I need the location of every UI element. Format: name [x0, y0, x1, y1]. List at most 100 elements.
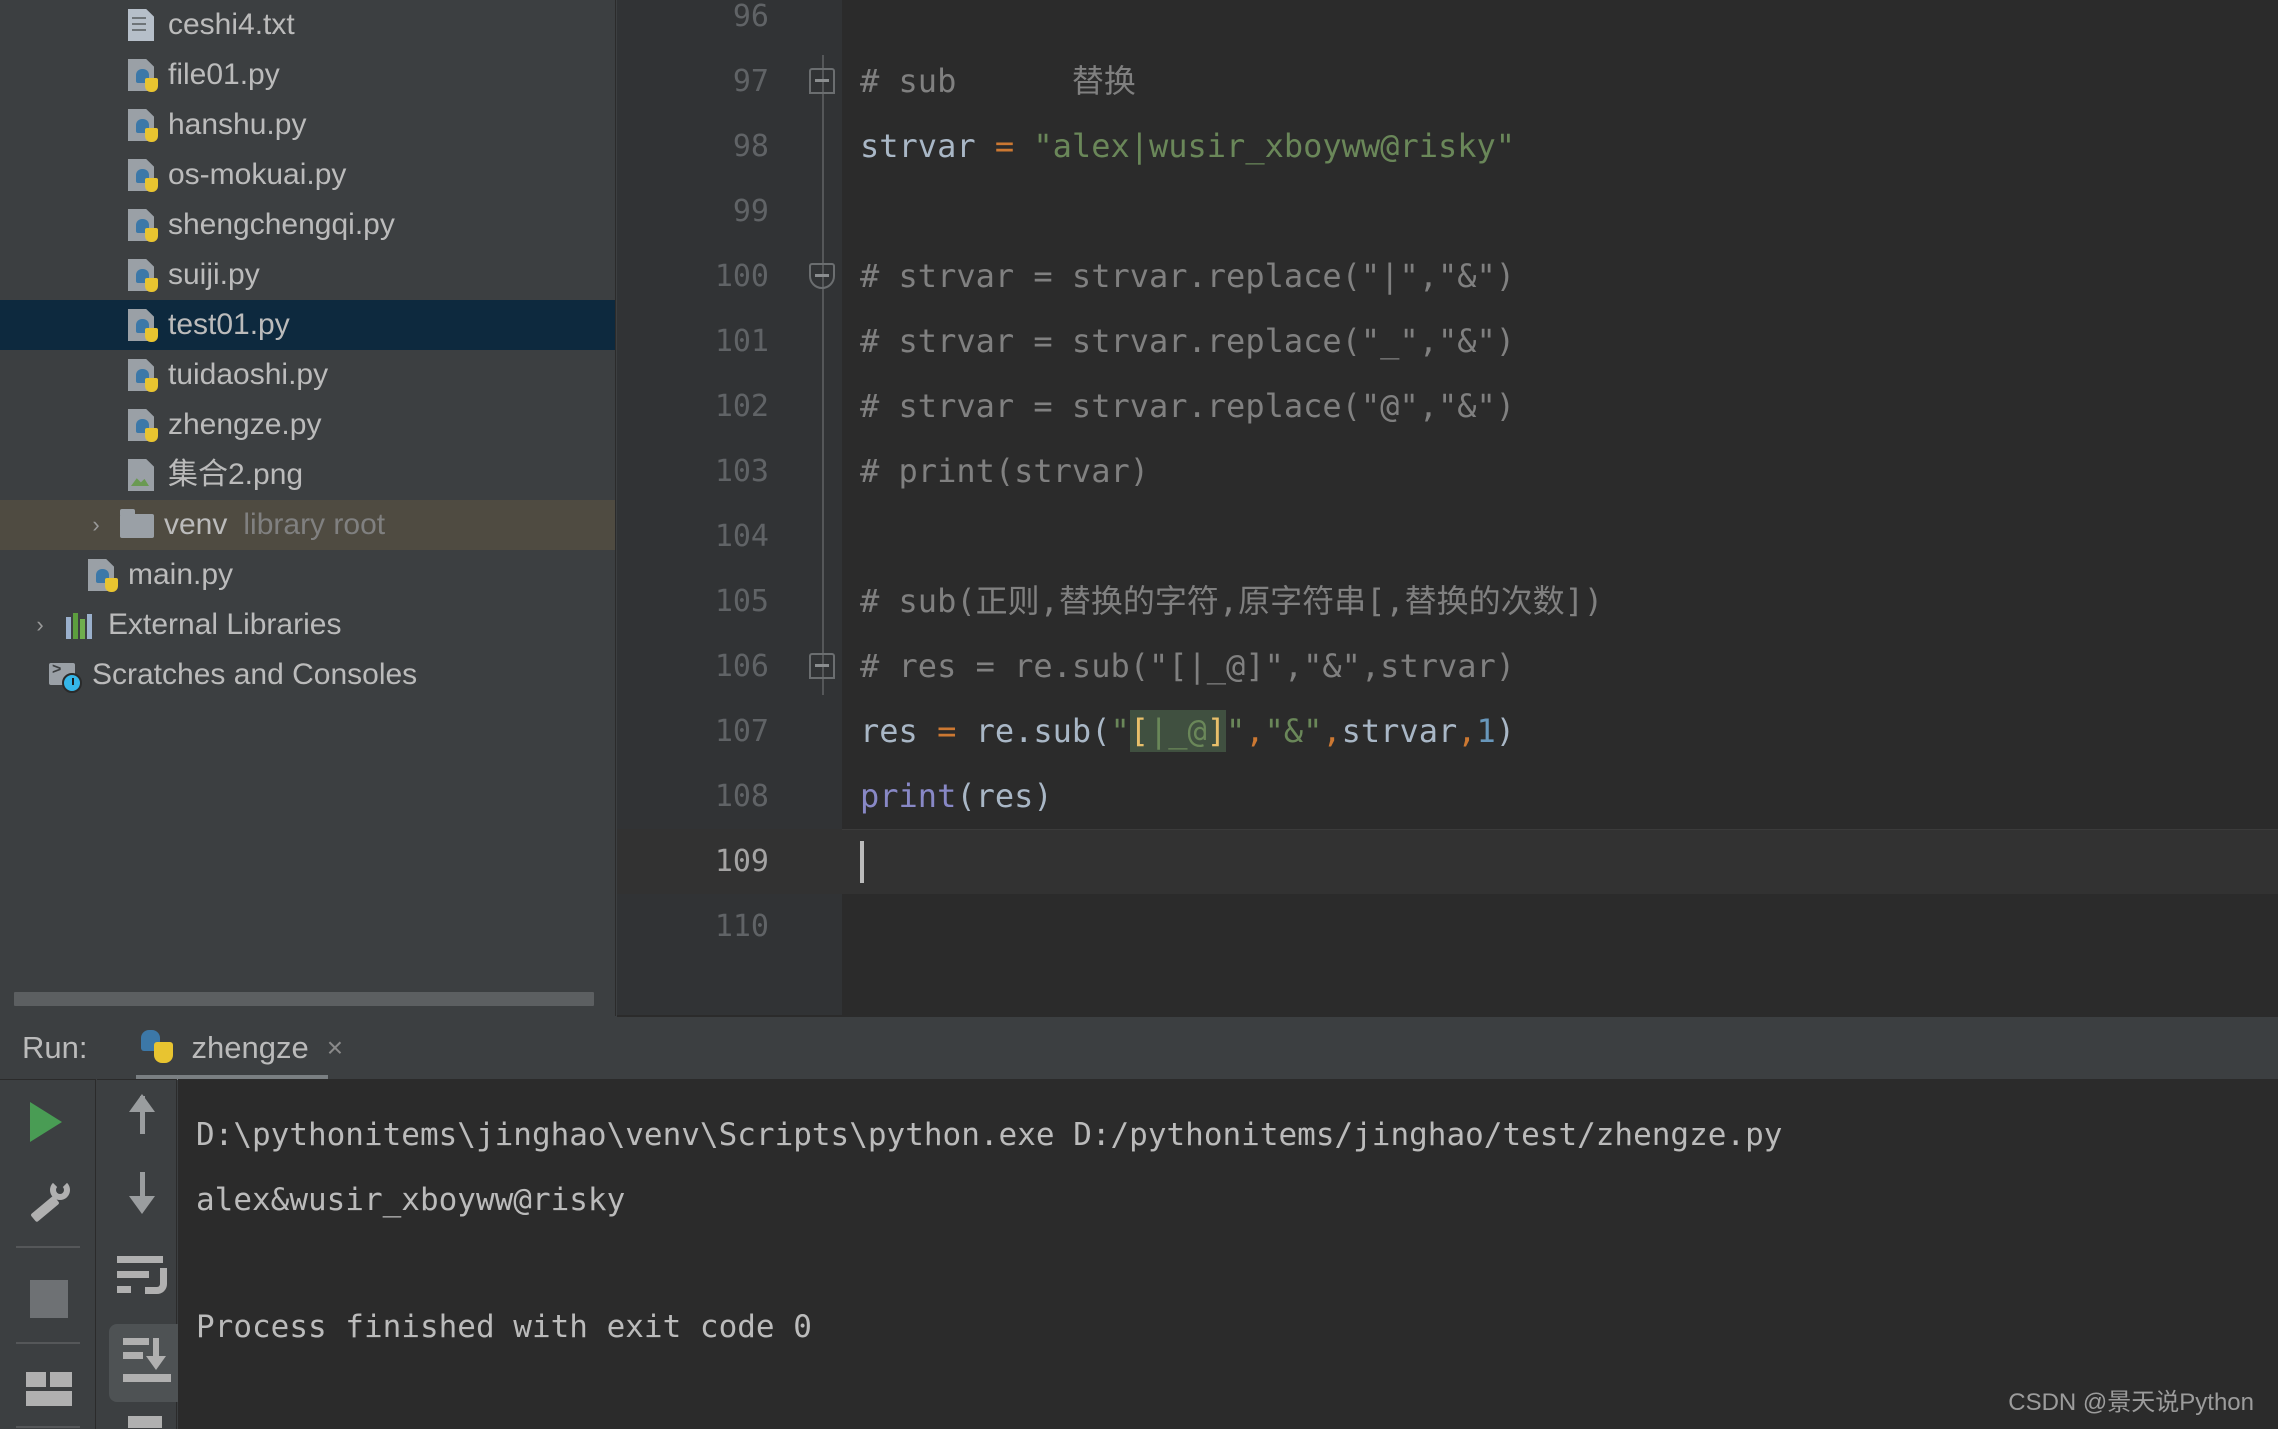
- code-token: ): [1495, 712, 1516, 750]
- tree-item-tuidaoshi-py[interactable]: tuidaoshi.py: [0, 350, 615, 400]
- tree-item-external-libraries[interactable]: › External Libraries: [0, 600, 615, 650]
- image-file-icon: [120, 455, 160, 495]
- code-token: strvar: [860, 127, 995, 165]
- line-number: 104: [714, 519, 769, 554]
- code-token: (res): [956, 777, 1053, 815]
- arrow-down-icon: [121, 1166, 165, 1216]
- run-tab-label: zhengze: [191, 1030, 309, 1065]
- python-file-icon: [120, 305, 160, 345]
- code-line[interactable]: 96: [617, 0, 2278, 49]
- fold-toggle-icon[interactable]: [809, 263, 835, 289]
- sidebar-hscrollbar-thumb[interactable]: [14, 992, 594, 1006]
- tree-item-hanshu-py[interactable]: hanshu.py: [0, 100, 615, 150]
- project-tree[interactable]: ceshi4.txt file01.py hanshu.py os-mokuai.py…: [0, 0, 615, 700]
- run-tool-window[interactable]: Run: zhengze × D:\pythonitems\jinghao\ve…: [0, 1017, 2278, 1429]
- tree-item-label: file01.py: [168, 58, 280, 91]
- layout-button[interactable]: [12, 1352, 84, 1424]
- code-token: print: [860, 777, 957, 815]
- code-line[interactable]: 110: [617, 894, 2278, 959]
- code-editor[interactable]: 96 97 # sub 替换 98 strvar = "alex|wusir_xboyw…: [617, 0, 2278, 1016]
- code-text: res = re.sub("[|_@]","&",strvar,1): [860, 699, 1515, 764]
- rerun-button[interactable]: [12, 1086, 84, 1158]
- code-line[interactable]: 98 strvar = "alex|wusir_xboyww@risky": [617, 114, 2278, 179]
- code-line[interactable]: 100 # strvar = strvar.replace("|","&"): [617, 244, 2278, 309]
- soft-wrap-button[interactable]: [105, 1242, 177, 1314]
- run-tab-zhengze[interactable]: zhengze ×: [129, 1017, 343, 1079]
- tree-item-label: os-mokuai.py: [168, 158, 347, 191]
- code-line[interactable]: 107 res = re.sub("[|_@]","&",strvar,1): [617, 699, 2278, 764]
- line-number: 103: [714, 454, 769, 489]
- print-button[interactable]: [105, 1404, 177, 1429]
- python-file-icon: [80, 555, 120, 595]
- settings-button[interactable]: [12, 1164, 84, 1236]
- line-number: 98: [732, 129, 769, 164]
- line-number: 97: [732, 64, 769, 99]
- tree-item-venv[interactable]: › venv library root: [0, 500, 615, 550]
- code-line[interactable]: 105 # sub(正则,替换的字符,原字符串[,替换的次数]): [617, 569, 2278, 634]
- tree-item-scratches-and-consoles[interactable]: Scratches and Consoles: [0, 650, 615, 700]
- run-window-header: Run: zhengze ×: [0, 1017, 2278, 1080]
- code-token: # print(strvar): [860, 452, 1149, 490]
- code-text-area[interactable]: 96 97 # sub 替换 98 strvar = "alex|wusir_xboyw…: [617, 0, 2278, 1016]
- code-token: ,: [1245, 712, 1265, 750]
- code-line[interactable]: 97 # sub 替换: [617, 49, 2278, 114]
- line-number: 96: [732, 0, 769, 34]
- wrench-icon: [26, 1178, 70, 1223]
- run-toolbar-primary[interactable]: [0, 1079, 96, 1429]
- up-button[interactable]: [105, 1090, 177, 1162]
- tree-item-ceshi4-txt[interactable]: ceshi4.txt: [0, 0, 615, 50]
- tree-item-os-mokuai-py[interactable]: os-mokuai.py: [0, 150, 615, 200]
- tree-item-label: main.py: [128, 558, 234, 591]
- code-token: # sub 替换: [860, 62, 1136, 100]
- tree-item-suffix: library root: [243, 508, 386, 541]
- toolbar-divider: [16, 1246, 80, 1248]
- stop-button[interactable]: [12, 1262, 84, 1334]
- line-number: 106: [714, 649, 769, 684]
- tree-item-suiji-py[interactable]: suiji.py: [0, 250, 615, 300]
- code-line[interactable]: 108 print(res): [617, 764, 2278, 829]
- code-text: strvar = "alex|wusir_xboyww@risky": [860, 114, 1515, 179]
- python-file-icon: [120, 155, 160, 195]
- code-line[interactable]: 101 # strvar = strvar.replace("_","&"): [617, 309, 2278, 374]
- console-output[interactable]: D:\pythonitems\jinghao\venv\Scripts\pyth…: [178, 1079, 2278, 1429]
- project-tree-panel[interactable]: ceshi4.txt file01.py hanshu.py os-mokuai.py…: [0, 0, 616, 1016]
- close-icon[interactable]: ×: [327, 1032, 343, 1064]
- code-token: strvar: [1341, 712, 1458, 750]
- code-token: =: [994, 127, 1034, 165]
- code-token: ,: [1322, 712, 1342, 750]
- code-line[interactable]: 102 # strvar = strvar.replace("@","&"): [617, 374, 2278, 439]
- tree-item-label: ceshi4.txt: [168, 8, 295, 41]
- code-line[interactable]: 103 # print(strvar): [617, 439, 2278, 504]
- scroll-to-end-button[interactable]: [105, 1316, 187, 1402]
- code-line[interactable]: 106 # res = re.sub("[|_@]","&",strvar): [617, 634, 2278, 699]
- text-caret: [860, 841, 864, 883]
- tree-item-shengchengqi-py[interactable]: shengchengqi.py: [0, 200, 615, 250]
- stop-icon: [30, 1280, 68, 1318]
- tree-item-test01-py[interactable]: test01.py: [0, 300, 615, 350]
- fold-toggle-icon[interactable]: [809, 653, 835, 679]
- down-button[interactable]: [105, 1166, 177, 1238]
- code-text: # sub(正则,替换的字符,原字符串[,替换的次数]): [860, 569, 1603, 634]
- line-number: 108: [714, 779, 769, 814]
- folder-icon: [116, 505, 156, 545]
- tree-item-2-png[interactable]: 集合2.png: [0, 450, 615, 500]
- line-number: 102: [714, 389, 769, 424]
- line-number: 100: [714, 259, 769, 294]
- fold-toggle-icon[interactable]: [809, 68, 835, 94]
- console-line: alex&wusir_xboyww@risky: [196, 1182, 626, 1218]
- tree-item-label: suiji.py: [168, 258, 260, 291]
- tree-item-label: External Libraries: [108, 608, 342, 641]
- code-line[interactable]: 109: [617, 829, 2278, 894]
- run-toolbar-secondary[interactable]: [97, 1079, 187, 1429]
- chevron-right-icon[interactable]: ›: [20, 612, 60, 638]
- ide-window: ceshi4.txt file01.py hanshu.py os-mokuai.py…: [0, 0, 2278, 1429]
- tree-item-file01-py[interactable]: file01.py: [0, 50, 615, 100]
- toolbar-divider: [16, 1426, 80, 1428]
- chevron-right-icon[interactable]: ›: [76, 512, 116, 538]
- python-file-icon: [120, 355, 160, 395]
- code-line[interactable]: 104: [617, 504, 2278, 569]
- watermark-label: CSDN @景天说Python: [2008, 1389, 2254, 1416]
- code-line[interactable]: 99: [617, 179, 2278, 244]
- tree-item-zhengze-py[interactable]: zhengze.py: [0, 400, 615, 450]
- tree-item-main-py[interactable]: main.py: [0, 550, 615, 600]
